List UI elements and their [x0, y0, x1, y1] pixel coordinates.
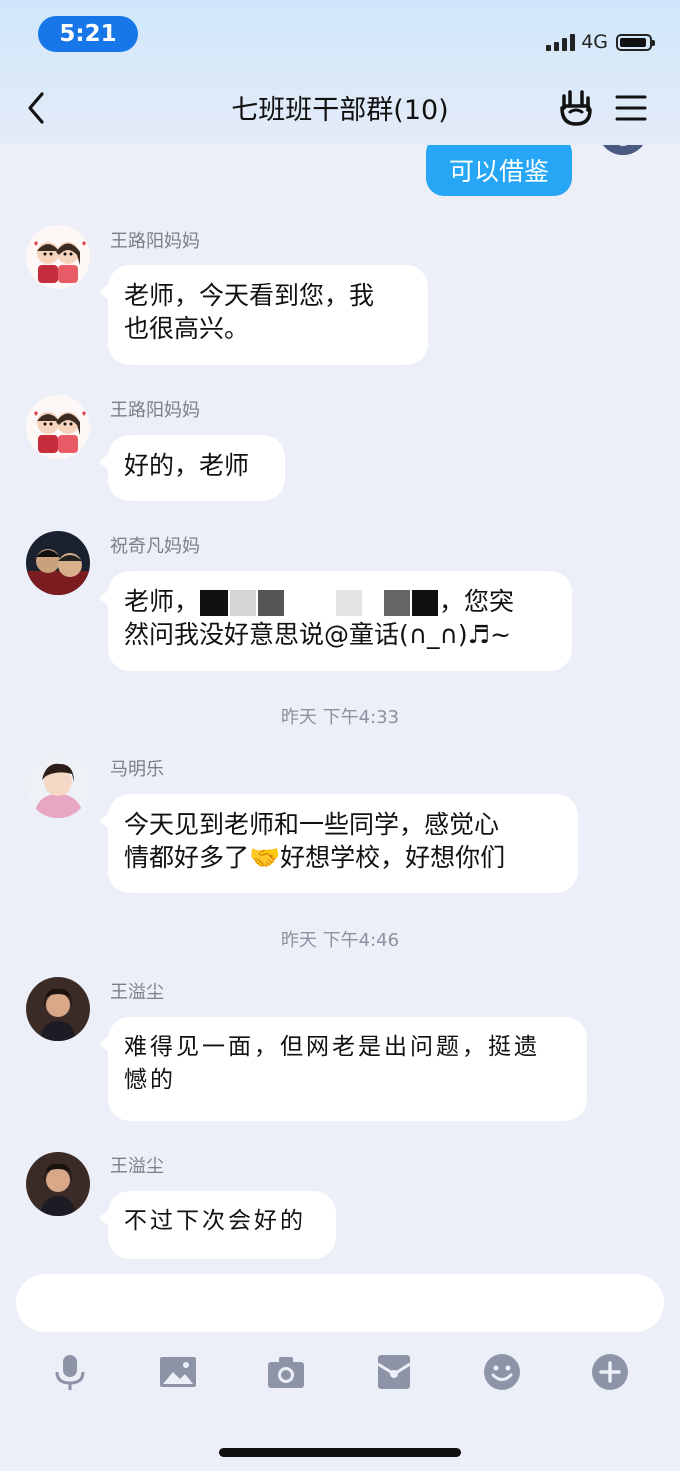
more-button[interactable]: [590, 1352, 630, 1392]
emoji-icon: [484, 1354, 520, 1390]
my-avatar[interactable]: [598, 145, 648, 155]
message-line: 好的，老师: [124, 451, 250, 480]
hand-gesture-icon: [560, 90, 592, 126]
timestamp: 昨天 下午4:46: [280, 930, 400, 951]
message-line: 老师，今天看到您，我: [124, 281, 375, 310]
avatar[interactable]: [26, 977, 90, 1041]
message-line: 也很高兴。: [124, 314, 250, 343]
voice-button[interactable]: [50, 1352, 90, 1392]
status-indicators: 4G: [546, 30, 655, 54]
chat-area[interactable]: 可以借鉴 王路阳妈妈 老师，今天看到您，我 也很高兴。 王路阳妈妈 好的，老师 …: [0, 145, 680, 1260]
status-time: 5:21: [38, 16, 138, 52]
camera-icon: [268, 1357, 304, 1388]
message-line: 憾的: [124, 1067, 176, 1093]
avatar[interactable]: [26, 1152, 90, 1216]
message-bubble[interactable]: 难得见一面，但网老是出问题，挺遗 憾的: [99, 1017, 587, 1121]
emoji-button[interactable]: [482, 1352, 522, 1392]
censor-block: [412, 590, 439, 616]
message-bubble[interactable]: 好的，老师: [99, 435, 285, 501]
back-button[interactable]: [22, 90, 52, 126]
message-line: 今天见到老师和一些同学，感觉心: [124, 810, 500, 839]
message-bubble[interactable]: 老师，今天看到您，我 也很高兴。: [99, 265, 428, 365]
plus-icon: [592, 1354, 628, 1390]
censor-block: [230, 590, 257, 616]
red-packet-icon: [377, 1355, 411, 1389]
page-title: 七班班干部群(10): [231, 95, 449, 126]
timestamp: 昨天 下午4:33: [280, 707, 400, 728]
message-line: 情都好多了🤝好想学校，好想你们: [124, 841, 562, 874]
chevron-left-icon: [28, 92, 44, 124]
message-bubble[interactable]: 老师， ，您突 然问我没好意思说@童话(∩_∩)♬~: [99, 571, 572, 671]
top-bar: 5:21 4G 七班班干部群(10): [0, 0, 680, 145]
message-input[interactable]: [16, 1274, 664, 1332]
red-packet-button[interactable]: [374, 1352, 414, 1392]
message-text: ，您突: [439, 587, 515, 616]
couple-cartoon-avatar-image: [26, 225, 90, 289]
avatar[interactable]: [26, 531, 90, 595]
input-area: [0, 1260, 680, 1471]
woman-photo-avatar-image: [26, 977, 90, 1041]
sender-name: 王路阳妈妈: [110, 400, 200, 421]
avatar[interactable]: [26, 754, 90, 818]
censor-block: [258, 590, 285, 616]
message-line: 不过下次会好的: [124, 1208, 306, 1234]
image-icon: [160, 1357, 196, 1387]
couple-cartoon-avatar-image: [26, 395, 90, 459]
network-type: 4G: [581, 31, 608, 53]
home-indicator[interactable]: [219, 1448, 461, 1457]
avatar[interactable]: [26, 395, 90, 459]
message-bubble[interactable]: 不过下次会好的: [99, 1191, 336, 1259]
censor-block: [200, 590, 229, 616]
selfie-avatar-image: [26, 754, 90, 818]
message-text: 情都好多了: [124, 843, 250, 872]
sender-name: 马明乐: [110, 759, 164, 780]
message-text: 好想学校，好想你们: [280, 843, 506, 872]
censor-block: [286, 590, 335, 616]
battery-icon: [616, 33, 655, 51]
woman-photo-avatar-image: [26, 1152, 90, 1216]
avatar-image: [598, 145, 648, 155]
microphone-icon: [55, 1355, 85, 1390]
sender-name: 王溢尘: [110, 982, 164, 1003]
group-fun-button[interactable]: [558, 88, 594, 128]
message-text: 老师，: [124, 587, 200, 616]
sender-name: 王路阳妈妈: [110, 231, 200, 252]
avatar[interactable]: [26, 225, 90, 289]
signal-icon: [546, 33, 576, 51]
sender-name: 祝奇凡妈妈: [110, 536, 200, 557]
message-line: 老师， ，您突: [124, 585, 556, 618]
censor-block: [384, 590, 411, 616]
censor-block: [336, 590, 363, 616]
censor-block: [364, 590, 383, 616]
message-line: 难得见一面，但网老是出问题，挺遗: [124, 1034, 540, 1060]
message-bubble[interactable]: 今天见到老师和一些同学，感觉心 情都好多了🤝好想学校，好想你们: [99, 794, 578, 893]
menu-button[interactable]: [614, 94, 648, 122]
message-line: 然问我没好意思说@童话(∩_∩)♬~: [124, 620, 511, 649]
outgoing-message-bubble[interactable]: 可以借鉴: [426, 145, 572, 196]
camera-button[interactable]: [266, 1352, 306, 1392]
image-button[interactable]: [158, 1352, 198, 1392]
hamburger-icon: [615, 95, 647, 121]
parent-child-photo-avatar-image: [26, 531, 90, 595]
handshake-emoji-icon: 🤝: [249, 843, 281, 872]
sender-name: 王溢尘: [110, 1156, 164, 1177]
